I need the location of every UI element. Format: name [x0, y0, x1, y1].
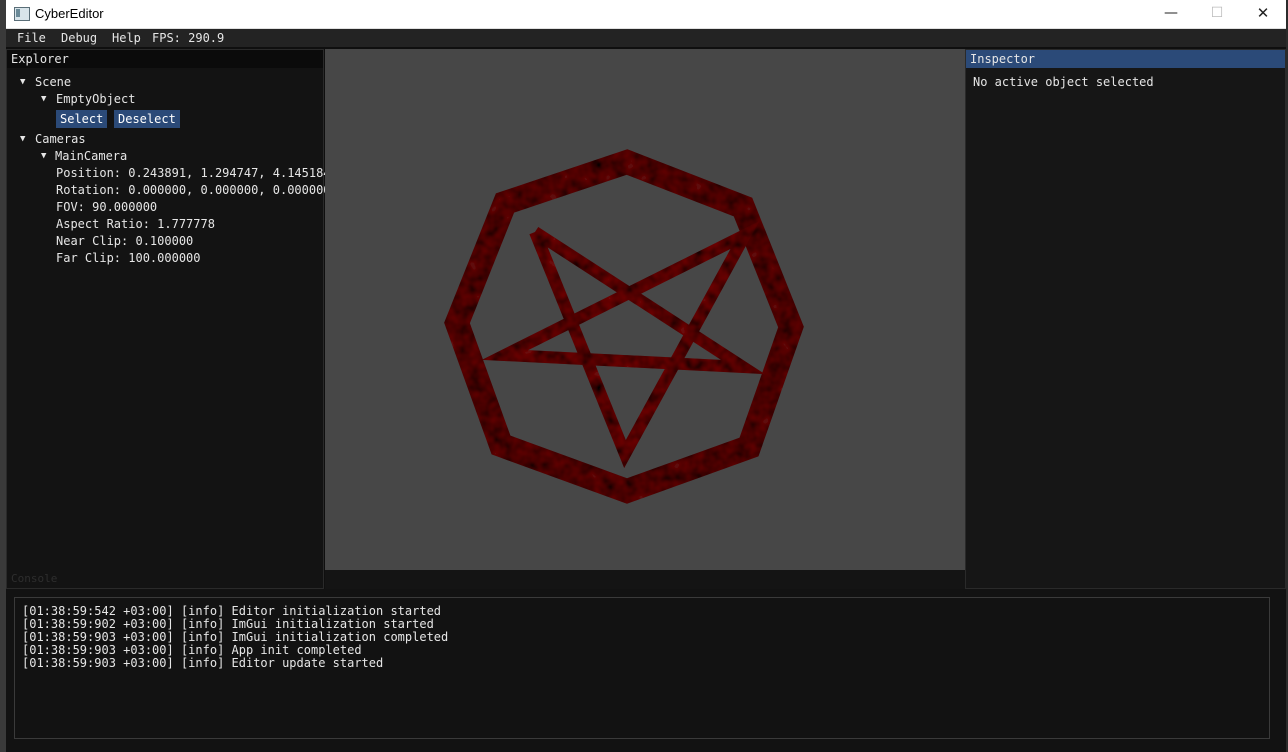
maincamera-expand-icon[interactable]: ▼	[41, 151, 46, 161]
inspector-header: Inspector	[966, 50, 1285, 68]
app-icon	[14, 7, 30, 21]
tree-node-emptyobject[interactable]: EmptyObject	[56, 92, 135, 106]
camera-aspect-ratio: Aspect Ratio: 1.777778	[56, 217, 215, 231]
editor-window: CyberEditor — ☐ ✕ File Debug Help FPS: 2…	[6, 0, 1286, 752]
maximize-button[interactable]: ☐	[1194, 0, 1240, 28]
console-tab-ghost: Console	[11, 572, 58, 585]
pentagram-render	[444, 149, 804, 504]
scene-viewport[interactable]	[325, 49, 965, 570]
tree-node-scene[interactable]: Scene	[35, 75, 71, 89]
minimize-button[interactable]: —	[1148, 0, 1194, 28]
pentagram-star	[481, 221, 765, 468]
log-line: [01:38:59:542 +03:00] [info] Editor init…	[22, 604, 442, 618]
camera-near-clip: Near Clip: 0.100000	[56, 234, 194, 248]
window-title: CyberEditor	[35, 6, 104, 21]
log-line: [01:38:59:903 +03:00] [info] ImGui initi…	[22, 630, 449, 644]
tree-node-maincamera[interactable]: MainCamera	[55, 149, 127, 163]
close-button[interactable]: ✕	[1240, 0, 1286, 28]
log-line: [01:38:59:902 +03:00] [info] ImGui initi…	[22, 617, 434, 631]
select-button[interactable]: Select	[56, 110, 108, 128]
console-panel: [01:38:59:542 +03:00] [info] Editor init…	[6, 589, 1286, 752]
menu-bar: File Debug Help FPS: 290.9	[6, 29, 1286, 47]
deselect-button[interactable]: Deselect	[114, 110, 180, 128]
emptyobject-expand-icon[interactable]: ▼	[41, 94, 46, 104]
menu-help[interactable]: Help	[112, 31, 141, 45]
menu-file[interactable]: File	[17, 31, 46, 45]
camera-position: Position: 0.243891, 1.294747, 4.145184	[56, 166, 331, 180]
scene-expand-icon[interactable]: ▼	[20, 77, 25, 87]
explorer-header: Explorer	[7, 50, 323, 68]
camera-fov: FOV: 90.000000	[56, 200, 158, 214]
menu-debug[interactable]: Debug	[61, 31, 97, 45]
cameras-expand-icon[interactable]: ▼	[20, 134, 25, 144]
camera-rotation: Rotation: 0.000000, 0.000000, 0.000000	[56, 183, 331, 197]
viewport-status-bar	[325, 570, 965, 589]
title-bar: CyberEditor — ☐ ✕	[6, 0, 1286, 29]
inspector-panel: Inspector No active object selected	[965, 49, 1286, 589]
inspector-empty-message: No active object selected	[973, 75, 1154, 89]
fps-counter: FPS: 290.9	[152, 31, 225, 45]
camera-far-clip: Far Clip: 100.000000	[56, 251, 201, 265]
tree-node-cameras[interactable]: Cameras	[35, 132, 86, 146]
explorer-panel: Explorer ▼ Scene ▼ EmptyObject Select De…	[6, 49, 331, 589]
log-line: [01:38:59:903 +03:00] [info] App init co…	[22, 643, 362, 657]
log-line: [01:38:59:903 +03:00] [info] Editor upda…	[22, 656, 384, 670]
console-log-area[interactable]: [01:38:59:542 +03:00] [info] Editor init…	[14, 597, 1270, 739]
